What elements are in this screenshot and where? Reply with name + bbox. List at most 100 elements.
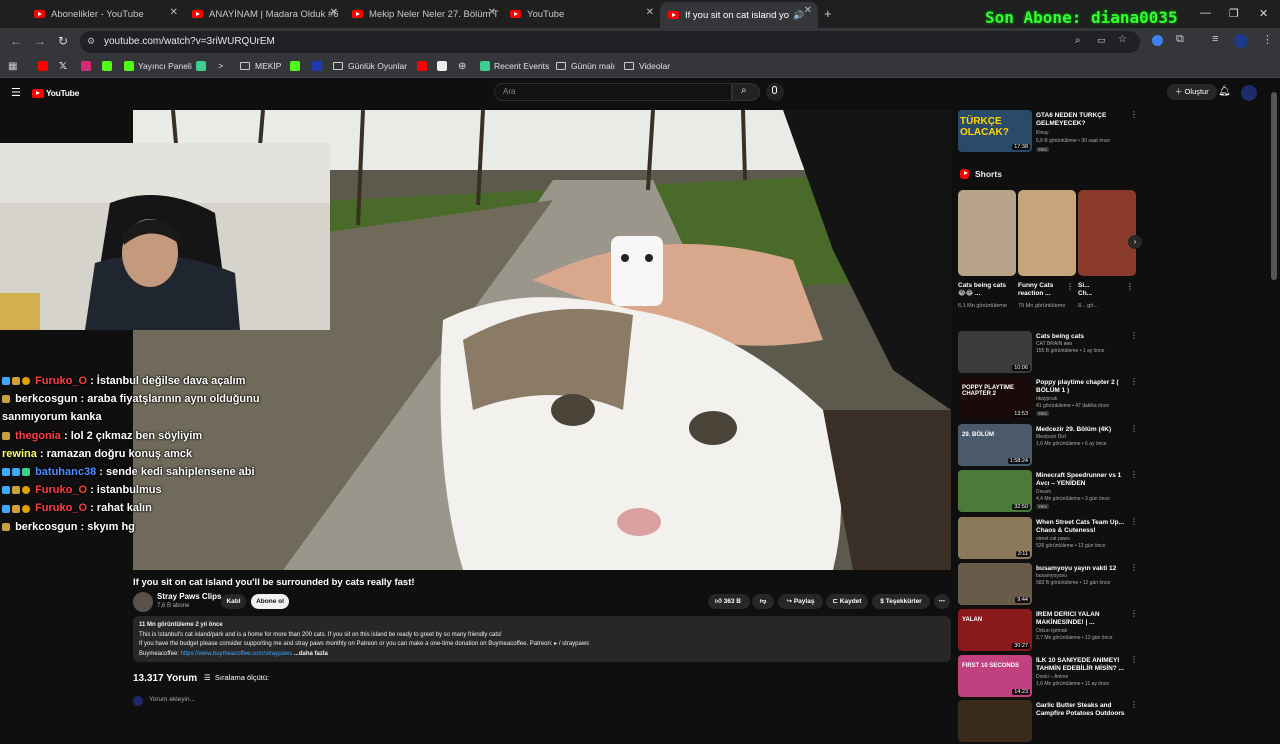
create-button[interactable]: ＋ Oluştur xyxy=(1167,84,1217,100)
site-info-icon[interactable]: ⚙ xyxy=(87,36,95,47)
bookmark-youtube[interactable] xyxy=(38,61,52,71)
video-thumbnail: POPPY PLAYTIME CHAPTER 2 13:53 xyxy=(958,377,1032,419)
puzzle-icon[interactable]: ⧉ xyxy=(1176,33,1184,46)
bookmark-game[interactable] xyxy=(437,61,451,71)
hamburger-menu-icon[interactable]: ☰ xyxy=(11,86,21,99)
minimize-icon[interactable]: — xyxy=(1200,7,1211,19)
close-icon[interactable]: ✕ xyxy=(330,7,338,18)
short-thumbnail[interactable] xyxy=(1018,190,1076,276)
sort-comments-button[interactable]: ☰ Sıralama ölçütü: xyxy=(204,673,269,682)
more-dots-icon[interactable]: ⋮ xyxy=(1130,700,1138,709)
recommended-video[interactable]: 10:06 Cats being cats CAT BRAIN ᴎᴎᴎ 155 B g… xyxy=(958,331,1146,375)
recommended-title: GTA6 NEDEN TÜRKÇE GELMEYECEK? xyxy=(1036,112,1107,127)
bookmark-app[interactable] xyxy=(196,61,210,71)
recommended-video[interactable]: 29. BÖLÜM 1:58:24 Medcezir 29. Bölüm (4K) M… xyxy=(958,424,1146,468)
bookmark-folder-mekip[interactable]: MEKİP xyxy=(240,61,281,71)
arrow-icon: > xyxy=(218,61,224,71)
close-icon[interactable]: ✕ xyxy=(646,7,654,18)
join-button[interactable]: Katıl xyxy=(221,594,246,609)
search-button[interactable]: ⌕ xyxy=(732,83,760,101)
account-avatar[interactable] xyxy=(1241,85,1257,101)
short-thumbnail[interactable] xyxy=(958,190,1016,276)
recommended-video[interactable]: POPPY PLAYTIME CHAPTER 2 13:53 Poppy playt… xyxy=(958,377,1146,421)
browser-tab-mekip[interactable]: Mekip Neler Neler 27. Bölüm T ✕ xyxy=(344,4,502,24)
close-icon[interactable]: ✕ xyxy=(804,5,812,16)
channel-name[interactable]: Stray Paws Clips xyxy=(157,592,221,601)
recommended-video[interactable]: YALAN 30:27 İREM DERİCİ YALAN MAKİNESİNDE!… xyxy=(958,609,1146,653)
page-scrollbar[interactable] xyxy=(1271,92,1277,280)
browser-tab-cat-island[interactable]: If you sit on cat island you'l 🔊 ✕ xyxy=(660,2,818,28)
maximize-icon[interactable]: ❐ xyxy=(1229,7,1239,20)
thanks-button[interactable]: $ Teşekkürler xyxy=(872,594,930,609)
close-icon[interactable]: ✕ xyxy=(170,7,178,18)
address-bar[interactable]: ⚙ youtube.com/watch?v=3riWURQUrEM ⌕ ▭ ☆ xyxy=(80,31,1140,53)
description-link[interactable]: https://www.buymeacoffee.com/straypaws xyxy=(181,651,293,657)
bookmark-folder-daily[interactable]: Günün malı xyxy=(556,61,615,71)
bookmark-youtube-2[interactable] xyxy=(417,61,431,71)
apps-grid-icon[interactable]: ▦ xyxy=(8,61,17,72)
add-comment-input[interactable]: Yorum ekleyin... xyxy=(149,696,195,703)
recommended-video[interactable]: 32:50 Minecraft Speedrunner vs 1 Avcı – Y… xyxy=(958,470,1146,514)
profile-avatar[interactable] xyxy=(1234,34,1248,48)
more-dots-icon[interactable]: ⋮ xyxy=(1130,470,1138,479)
more-dots-icon[interactable]: ⋮ xyxy=(1066,282,1074,291)
zoom-icon[interactable]: ⌕ xyxy=(1075,35,1081,46)
recommended-video[interactable]: Garlic Butter Steaks and Campfire Potato… xyxy=(958,700,1146,744)
browser-tab-subscriptions[interactable]: Abonelikler - YouTube ✕ xyxy=(26,4,184,24)
bookmark-star-icon[interactable]: ☆ xyxy=(1118,34,1127,45)
extension-icon[interactable] xyxy=(1152,35,1163,46)
media-icon[interactable]: ≡ xyxy=(1212,33,1218,45)
forward-icon[interactable]: → xyxy=(34,34,46,48)
youtube-logo[interactable]: YouTube xyxy=(32,88,79,98)
search-input[interactable]: Ara xyxy=(494,83,732,101)
bookmark-folder-videos[interactable]: Videolar xyxy=(624,61,670,71)
browser-tab-youtube[interactable]: YouTube ✕ xyxy=(502,4,660,24)
more-dots-icon[interactable]: ⋮ xyxy=(1130,331,1138,340)
more-dots-icon[interactable]: ⋮ xyxy=(1130,609,1138,618)
more-actions-button[interactable]: ⋯ xyxy=(934,594,950,609)
show-more-link[interactable]: ...daha fazla xyxy=(294,651,328,657)
close-icon[interactable]: ✕ xyxy=(488,7,496,18)
bookmark-openai[interactable]: ⊛ xyxy=(458,61,466,72)
like-button[interactable]: 👍︎ 363 B xyxy=(708,594,750,609)
back-icon[interactable]: ← xyxy=(10,34,22,48)
speaker-icon[interactable]: 🔊 xyxy=(793,10,804,21)
short-thumbnail[interactable] xyxy=(1078,190,1136,276)
chevron-right-icon[interactable]: › xyxy=(1128,235,1142,249)
bookmark-folder-games[interactable]: Günlük Oyunlar xyxy=(333,61,407,71)
new-tab-button[interactable]: + xyxy=(824,6,832,21)
cast-icon[interactable]: ▭ xyxy=(1097,35,1106,46)
more-dots-icon[interactable]: ⋮ xyxy=(1130,517,1138,526)
more-dots-icon[interactable]: ⋮ xyxy=(1130,655,1138,664)
menu-dots-icon[interactable]: ⋮ xyxy=(1262,33,1273,46)
dislike-button[interactable]: 👎︎ xyxy=(752,594,774,609)
bookmark-streamer-panel[interactable]: Yayıncı Paneli xyxy=(124,61,192,71)
bookmark-instagram[interactable] xyxy=(81,61,95,71)
chat-username: batuhanc38 xyxy=(35,466,97,479)
recommended-video[interactable]: 3:11 When Street Cats Team Up... Chaos & … xyxy=(958,517,1146,561)
bookmark-kick[interactable] xyxy=(102,61,116,71)
close-window-icon[interactable]: ✕ xyxy=(1259,7,1268,20)
more-dots-icon[interactable]: ⋮ xyxy=(1126,282,1134,291)
channel-avatar[interactable] xyxy=(133,592,153,612)
more-dots-icon[interactable]: ⋮ xyxy=(1130,377,1138,386)
bookmark-recent-events[interactable]: Recent Events xyxy=(480,61,549,71)
recommended-video[interactable]: FIRST 10 SECONDS 14:23 İLK 10 SANİYEDE ANİ… xyxy=(958,655,1146,699)
subscribe-button[interactable]: Abone ol xyxy=(251,594,289,609)
recommended-video[interactable]: 9:44 busamyoyu yayın vakti 12 busamyoyuvu 5… xyxy=(958,563,1146,607)
save-button[interactable]: ⊏ Kaydet xyxy=(826,594,868,609)
bookmark-blue[interactable] xyxy=(312,61,326,71)
more-dots-icon[interactable]: ⋮ xyxy=(1130,424,1138,433)
more-dots-icon[interactable]: ⋮ xyxy=(1130,563,1138,572)
recommended-video[interactable]: TÜRKÇE OLACAK? 17:38 GTA6 NEDEN TÜRKÇE G… xyxy=(958,110,1146,154)
more-dots-icon[interactable]: ⋮ xyxy=(1130,110,1138,119)
bookmark-arrow[interactable]: > xyxy=(218,61,223,71)
browser-tab-anayinam[interactable]: ANAYİNAM | Madara Olduk #6 ✕ xyxy=(184,4,344,24)
bookmark-x[interactable]: 𝕏 xyxy=(59,61,67,72)
notifications-bell-icon[interactable]: 🔔︎ xyxy=(1218,86,1231,97)
voice-search-button[interactable] xyxy=(766,83,784,101)
reload-icon[interactable]: ↻ xyxy=(58,34,68,48)
share-button[interactable]: ↪ Paylaş xyxy=(778,594,823,609)
bookmark-kick-2[interactable] xyxy=(290,61,304,71)
video-description[interactable]: 11 Mn görüntüleme 2 yıl önce This is Ist… xyxy=(133,616,951,662)
